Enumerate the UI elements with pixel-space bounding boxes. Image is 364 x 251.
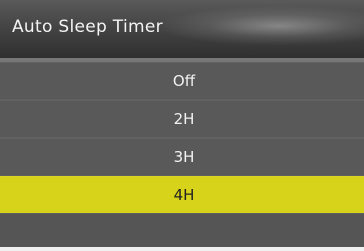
option-3h[interactable]: 3H — [0, 138, 364, 175]
option-4h[interactable]: 4H — [0, 176, 364, 213]
option-off[interactable]: Off — [0, 62, 364, 99]
option-label: Off — [172, 71, 196, 90]
option-label: 4H — [173, 185, 195, 204]
dialog-title-bar: Auto Sleep Timer — [0, 0, 364, 58]
option-label: 2H — [173, 109, 195, 128]
timer-options-list: Off 2H 3H 4H — [0, 62, 364, 214]
option-label: 3H — [173, 147, 195, 166]
bottom-edge — [0, 247, 364, 251]
option-2h[interactable]: 2H — [0, 100, 364, 137]
auto-sleep-timer-dialog: Auto Sleep Timer Off 2H 3H 4H — [0, 0, 364, 251]
empty-list-area — [0, 214, 364, 251]
dialog-title: Auto Sleep Timer — [12, 17, 163, 37]
